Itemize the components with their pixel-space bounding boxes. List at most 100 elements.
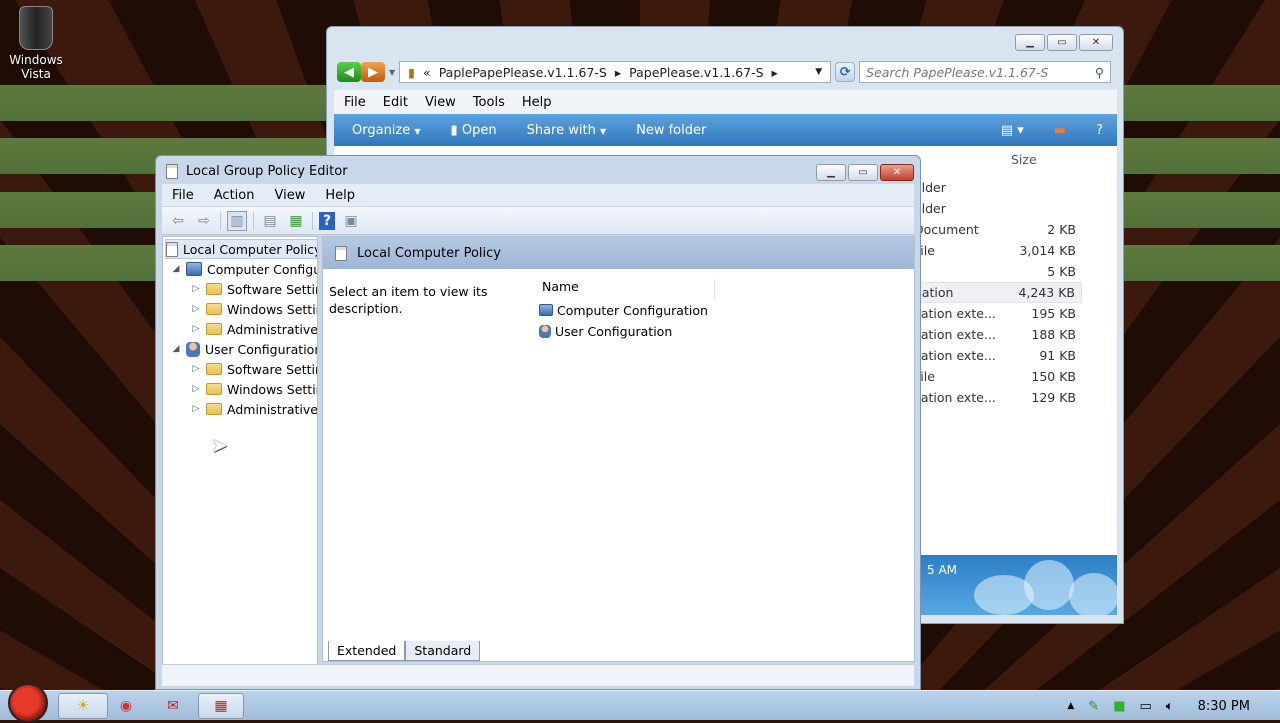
menu-tools[interactable]: Tools bbox=[473, 95, 505, 110]
open-label: Open bbox=[461, 122, 497, 138]
tab-standard[interactable]: Standard bbox=[405, 641, 481, 661]
minimize-button[interactable]: ▁ bbox=[1015, 34, 1045, 51]
file-row[interactable]: cation 4,243 KB bbox=[914, 282, 1082, 303]
collapse-arrow-icon[interactable]: ◢ bbox=[171, 344, 181, 354]
volume-icon[interactable]: 🔈︎ bbox=[1166, 699, 1174, 714]
close-button[interactable]: ✕ bbox=[1079, 34, 1113, 51]
tree-node-administrative-templates[interactable]: ▷ Administrative Te bbox=[191, 319, 317, 339]
recent-pages-dropdown-icon[interactable]: ▼ bbox=[389, 68, 395, 77]
tree-node-administrative-templates[interactable]: ▷ Administrative Te bbox=[191, 399, 317, 419]
file-row[interactable]: cation exte... 195 KB bbox=[914, 303, 1082, 324]
file-row[interactable]: older bbox=[914, 198, 1082, 219]
minimize-button[interactable]: ▁ bbox=[816, 164, 846, 181]
file-row[interactable]: cation exte... 129 KB bbox=[914, 387, 1082, 408]
forward-arrow-icon[interactable]: ⇨ bbox=[194, 211, 214, 231]
breadcrumb-item[interactable]: PapePlease.v1.1.67-S bbox=[629, 65, 763, 80]
file-row[interactable]: 5 KB bbox=[914, 261, 1082, 282]
tree-node-computer-configuration[interactable]: ◢ Computer Configura bbox=[171, 259, 317, 279]
search-input[interactable]: Search PapePlease.v1.1.67-S ⚲ bbox=[859, 61, 1111, 83]
breadcrumb-separator-icon[interactable]: ▸ bbox=[772, 65, 778, 80]
file-row[interactable]: File 150 KB bbox=[914, 366, 1082, 387]
policy-tree-pane[interactable]: Local Computer Policy ◢ Computer Configu… bbox=[162, 236, 318, 684]
taskbar-app-button[interactable]: ✉ bbox=[150, 693, 196, 719]
policy-item-list[interactable]: Name Computer Configuration User Configu… bbox=[535, 269, 914, 661]
tree-node-windows-settings[interactable]: ▷ Windows Setting bbox=[191, 379, 317, 399]
list-item-user-configuration[interactable]: User Configuration bbox=[539, 321, 672, 341]
taskbar-explorer-button[interactable]: ☀ bbox=[58, 693, 108, 719]
file-row[interactable]: File 3,014 KB bbox=[914, 240, 1082, 261]
expand-arrow-icon[interactable]: ▷ bbox=[191, 384, 201, 394]
breadcrumb-item[interactable]: PaplePapePlease.v1.1.67-S bbox=[439, 65, 607, 80]
clock-time[interactable]: 8:30 PM bbox=[1198, 699, 1250, 714]
help-icon[interactable]: ? bbox=[319, 211, 335, 230]
taskbar-gpedit-button[interactable]: ▦ bbox=[198, 693, 244, 719]
expand-arrow-icon[interactable]: ▷ bbox=[191, 324, 201, 334]
taskbar-chrome-button[interactable]: ◉ bbox=[104, 693, 148, 719]
tree-node-windows-settings[interactable]: ▷ Windows Setting bbox=[191, 299, 317, 319]
close-button[interactable]: ✕ bbox=[880, 164, 914, 181]
list-item-computer-configuration[interactable]: Computer Configuration bbox=[539, 300, 708, 320]
file-size: 2 KB bbox=[1047, 222, 1076, 237]
action-center-icon[interactable]: ✎ bbox=[1088, 699, 1099, 714]
address-overflow[interactable]: « bbox=[423, 65, 431, 80]
gpedit-window[interactable]: Local Group Policy Editor ▁ ▭ ✕ File Act… bbox=[155, 155, 921, 690]
search-icon[interactable]: ⚲ bbox=[1095, 65, 1104, 80]
filter-options-icon[interactable]: ▣ bbox=[341, 211, 361, 231]
tree-node-local-computer-policy[interactable]: Local Computer Policy bbox=[165, 239, 317, 259]
collapse-arrow-icon[interactable]: ◢ bbox=[171, 264, 181, 274]
policy-document-icon bbox=[166, 164, 178, 179]
file-row[interactable]: cation exte... 188 KB bbox=[914, 324, 1082, 345]
network-status-icon[interactable]: ■ bbox=[1113, 699, 1125, 714]
help-icon[interactable]: ? bbox=[1096, 123, 1103, 138]
file-row[interactable]: cation exte... 91 KB bbox=[914, 345, 1082, 366]
forward-arrow-icon[interactable]: ▶ bbox=[361, 62, 385, 82]
monitor-icon[interactable]: ▭ bbox=[1140, 699, 1152, 714]
new-folder-button[interactable]: New folder bbox=[636, 123, 706, 138]
share-with-button[interactable]: Share with ▼ bbox=[527, 123, 607, 138]
expand-arrow-icon[interactable]: ▷ bbox=[191, 284, 201, 294]
tree-node-software-settings[interactable]: ▷ Software Setting bbox=[191, 359, 317, 379]
menu-view[interactable]: View bbox=[425, 95, 456, 110]
name-column-header[interactable]: Name bbox=[539, 279, 715, 299]
recycle-bin-desktop-icon[interactable]: Windows Vista bbox=[6, 6, 66, 81]
back-arrow-icon[interactable]: ◀ bbox=[337, 62, 361, 82]
maximize-button[interactable]: ▭ bbox=[1047, 34, 1077, 51]
menu-help[interactable]: Help bbox=[325, 188, 355, 203]
open-button[interactable]: ▮ Open bbox=[451, 123, 497, 138]
address-dropdown-icon[interactable]: ▼ bbox=[815, 67, 822, 77]
menu-help[interactable]: Help bbox=[522, 95, 552, 110]
back-arrow-icon[interactable]: ⇦ bbox=[168, 211, 188, 231]
menu-file[interactable]: File bbox=[172, 188, 194, 203]
expand-arrow-icon[interactable]: ▷ bbox=[191, 364, 201, 374]
breadcrumb-separator-icon[interactable]: ▸ bbox=[615, 65, 621, 80]
export-list-icon[interactable]: ▦ bbox=[286, 211, 306, 231]
tab-extended[interactable]: Extended bbox=[328, 641, 406, 661]
address-bar[interactable]: ▮ « PaplePapePlease.v1.1.67-S ▸ PapePlea… bbox=[399, 61, 832, 83]
menu-action[interactable]: Action bbox=[214, 188, 255, 203]
show-hide-tree-icon[interactable]: ▥ bbox=[227, 210, 247, 231]
search-placeholder: Search PapePlease.v1.1.67-S bbox=[866, 64, 1049, 80]
menu-edit[interactable]: Edit bbox=[383, 95, 408, 110]
file-row[interactable]: Document 2 KB bbox=[914, 219, 1082, 240]
maximize-button[interactable]: ▭ bbox=[848, 164, 878, 181]
view-options-icon[interactable]: ▤ ▾ bbox=[1001, 123, 1024, 138]
tree-node-user-configuration[interactable]: ◢ User Configuration bbox=[171, 339, 317, 359]
file-row[interactable]: older bbox=[914, 177, 1082, 198]
size-column-header[interactable]: Size bbox=[1011, 152, 1037, 167]
refresh-icon[interactable]: ⟳ bbox=[835, 62, 856, 82]
expand-arrow-icon[interactable]: ▷ bbox=[191, 404, 201, 414]
menu-file[interactable]: File bbox=[344, 95, 366, 110]
show-hidden-icons-icon[interactable]: ▲ bbox=[1067, 701, 1074, 711]
organize-button[interactable]: Organize ▼ bbox=[352, 123, 421, 138]
gpedit-menu-bar: File Action View Help bbox=[162, 184, 914, 206]
start-button[interactable] bbox=[8, 683, 48, 723]
properties-icon[interactable]: ▤ bbox=[260, 211, 280, 231]
menu-view[interactable]: View bbox=[274, 188, 305, 203]
preview-pane-icon[interactable]: ▬ bbox=[1054, 123, 1066, 138]
user-icon bbox=[539, 324, 551, 338]
details-date-text: 5 AM bbox=[927, 563, 958, 577]
tree-node-software-settings[interactable]: ▷ Software Setting bbox=[191, 279, 317, 299]
expand-arrow-icon[interactable]: ▷ bbox=[191, 304, 201, 314]
file-type: cation exte... bbox=[914, 390, 996, 405]
folder-icon bbox=[206, 363, 222, 375]
